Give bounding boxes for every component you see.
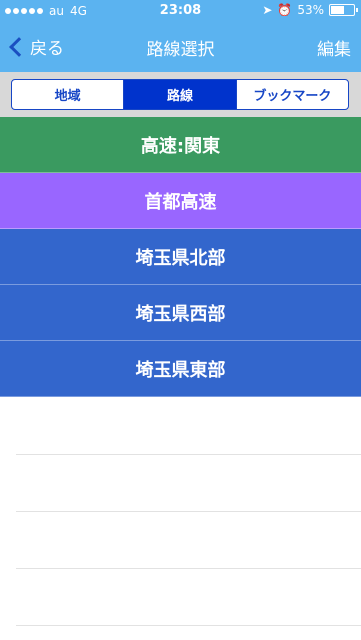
route-row-saitama-west[interactable]: 埼玉県西部 — [0, 285, 361, 341]
segment-route[interactable]: 路線 — [124, 80, 237, 109]
empty-row — [16, 569, 361, 626]
page-title: 路線選択 — [146, 40, 215, 60]
location-arrow-icon: ➤ — [262, 3, 273, 17]
segment-bookmark[interactable]: ブックマーク — [237, 80, 348, 109]
battery-percent: 53% — [297, 3, 324, 17]
empty-row — [16, 398, 361, 455]
empty-list-area — [0, 398, 361, 626]
route-row-saitama-north[interactable]: 埼玉県北部 — [0, 229, 361, 285]
battery-icon — [329, 4, 358, 16]
empty-row — [16, 512, 361, 569]
empty-row — [16, 455, 361, 512]
status-bar: au 4G 23:08 ➤ ⏰ 53% — [0, 0, 361, 22]
navigation-bar: 戻る 路線選択 編集 — [0, 22, 361, 72]
route-list: 高速:関東 首都高速 埼玉県北部 埼玉県西部 埼玉県東部 — [0, 117, 361, 397]
route-row-shutoko[interactable]: 首都高速 — [0, 173, 361, 229]
segmented-control: 地域 路線 ブックマーク — [11, 79, 349, 110]
edit-button[interactable]: 編集 — [317, 35, 351, 60]
segment-bar: 地域 路線 ブックマーク — [0, 72, 361, 117]
segment-region[interactable]: 地域 — [12, 80, 125, 109]
alarm-icon: ⏰ — [277, 3, 293, 17]
route-row-saitama-east[interactable]: 埼玉県東部 — [0, 341, 361, 397]
status-right: ➤ ⏰ 53% — [262, 3, 358, 17]
route-row-expressway-kanto[interactable]: 高速:関東 — [0, 117, 361, 173]
